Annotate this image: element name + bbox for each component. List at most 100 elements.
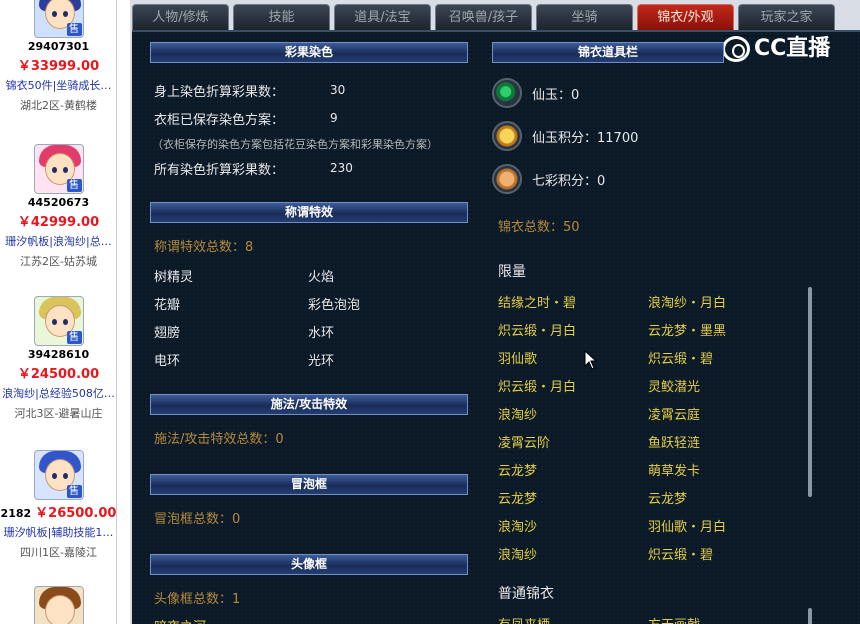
tab-items[interactable]: 道具/法宝 [334, 4, 431, 30]
sell-badge: 售 [66, 23, 82, 36]
dye-note: （衣柜保存的染色方案包括花豆染色方案和彩果染色方案） [152, 138, 438, 151]
limited-item[interactable]: 结缘之时・碧 [498, 292, 576, 311]
limited-label: 限量 [498, 264, 526, 280]
title-effect-item: 水环 [308, 326, 335, 341]
dye-row-value: 30 [330, 83, 346, 97]
limited-item[interactable]: 凌霄云庭 [648, 404, 700, 423]
cc-logo-icon [722, 36, 750, 62]
avatar-frames-count: 头像框总数：1 [154, 592, 241, 607]
character-avatar[interactable]: 售 [33, 0, 84, 38]
listing-server: 江苏2区-姑苏城 [20, 255, 97, 268]
limited-item[interactable]: 灵鲛潜光 [648, 376, 700, 395]
tab-appearance[interactable]: 锦衣/外观 [637, 4, 734, 30]
listing-price: ￥26500.00 [35, 506, 117, 521]
title-effect-item: 树精灵 [154, 270, 194, 285]
tab-summons[interactable]: 召唤兽/孩子 [435, 4, 532, 30]
rainbow-points: 七彩积分：0 [532, 174, 606, 189]
limited-item[interactable]: 云龙梦・墨黑 [648, 320, 726, 339]
listing-id: 2182 [0, 507, 32, 520]
limited-item[interactable]: 炽云缎・碧 [648, 348, 713, 367]
character-avatar[interactable]: 售 [33, 296, 84, 346]
character-avatar[interactable] [33, 586, 84, 624]
listing-server: 湖北2区-黄鹤楼 [20, 99, 97, 112]
character-avatar[interactable]: 售 [33, 450, 84, 500]
listing-desc[interactable]: 浪淘纱|总经验508亿… [0, 385, 116, 401]
listing-price: ￥42999.00 [17, 215, 100, 230]
tab-bar: 人物/修炼 技能 道具/法宝 召唤兽/孩子 坐骑 锦衣/外观 玩家之家 [130, 4, 860, 30]
cast-effects-count: 施法/攻击特效总数：0 [154, 432, 284, 447]
jade-icon [492, 78, 522, 108]
normal-label: 普通锦衣 [498, 586, 554, 602]
dye-row-label: 衣柜已保存染色方案： [154, 113, 285, 128]
avatar-frames-header: 头像框 [150, 554, 468, 575]
dye-total-label: 所有染色折算彩果数： [154, 163, 285, 178]
normal-item[interactable]: 方天画戟 [648, 614, 700, 624]
sell-badge: 售 [66, 485, 82, 498]
limited-item[interactable]: 云龙梦 [498, 488, 537, 507]
title-effect-item: 电环 [154, 354, 181, 369]
title-effect-item: 光环 [308, 354, 335, 369]
listing-server: 四川1区-嘉陵江 [20, 546, 97, 559]
role-detail-panel: 人物/修炼 技能 道具/法宝 召唤兽/孩子 坐骑 锦衣/外观 玩家之家 CC直播… [130, 0, 860, 624]
appearance-content: CC直播 彩果染色 身上染色折算彩果数： 30 衣柜已保存染色方案： 9 （衣柜… [132, 30, 860, 624]
limited-item[interactable]: 萌草发卡 [648, 460, 700, 479]
listing-card[interactable]: 售 29407301 ￥33999.00 锦衣50件|坐骑成长… 湖北2区-黄鹤… [0, 0, 116, 113]
listing-id: 44520673 [27, 196, 90, 209]
bubble-frames-count: 冒泡框总数：0 [154, 512, 241, 527]
listing-sidebar: 售 29407301 ￥33999.00 锦衣50件|坐骑成长… 湖北2区-黄鹤… [0, 0, 117, 624]
wardrobe-items-header: 锦衣道具栏 [492, 42, 724, 63]
title-effects-header: 称谓特效 [150, 202, 468, 223]
tab-character[interactable]: 人物/修炼 [132, 4, 229, 30]
cast-effects-header: 施法/攻击特效 [150, 394, 468, 415]
limited-item[interactable]: 鱼跃轻涟 [648, 432, 700, 451]
listing-desc[interactable]: 珊汐帆板|辅助技能1… [0, 524, 116, 540]
title-effects-count: 称谓特效总数：8 [154, 240, 254, 255]
wardrobe-total: 锦衣总数：50 [498, 220, 580, 235]
limited-item[interactable]: 炽云缎・碧 [648, 544, 713, 563]
dye-section-header: 彩果染色 [150, 42, 468, 63]
listing-id: 29407301 [27, 40, 90, 53]
limited-item[interactable]: 凌霄云阶 [498, 432, 550, 451]
listing-card[interactable]: 售 44520673 ￥42999.00 珊汐帆板|浪淘纱|总… 江苏2区-姑苏… [0, 144, 116, 269]
jade-points: 仙玉积分：11700 [532, 131, 639, 146]
limited-scrollbar[interactable] [808, 287, 812, 497]
limited-item[interactable]: 羽仙歌・月白 [648, 516, 726, 535]
title-effect-item: 彩色泡泡 [308, 298, 361, 313]
mouse-cursor-icon [584, 350, 598, 370]
jade-balance: 仙玉：0 [532, 88, 580, 103]
dye-total-value: 230 [330, 161, 353, 175]
tab-home[interactable]: 玩家之家 [738, 4, 835, 30]
rainbow-points-icon [492, 164, 522, 194]
dye-row-value: 9 [330, 111, 338, 125]
listing-desc[interactable]: 锦衣50件|坐骑成长… [0, 77, 116, 93]
limited-item[interactable]: 云龙梦 [498, 460, 537, 479]
limited-item[interactable]: 羽仙歌 [498, 348, 537, 367]
listing-card[interactable]: 售 39428610 ￥24500.00 浪淘纱|总经验508亿… 河北3区-避… [0, 296, 116, 421]
bubble-frames-header: 冒泡框 [150, 474, 468, 495]
tab-mounts[interactable]: 坐骑 [536, 4, 633, 30]
character-avatar[interactable]: 售 [33, 144, 84, 194]
listing-price: ￥33999.00 [17, 59, 100, 74]
limited-item[interactable]: 炽云缎・月白 [498, 320, 576, 339]
listing-server: 河北3区-避暑山庄 [14, 407, 103, 420]
listing-desc[interactable]: 珊汐帆板|浪淘纱|总… [0, 233, 116, 249]
limited-item[interactable]: 浪淘沙 [498, 516, 537, 535]
tab-skills[interactable]: 技能 [233, 4, 330, 30]
limited-item[interactable]: 浪淘纱 [498, 544, 537, 563]
limited-item[interactable]: 云龙梦 [648, 488, 687, 507]
limited-item[interactable]: 浪淘纱 [498, 404, 537, 423]
listing-card[interactable]: 售 2182 ￥26500.00 珊汐帆板|辅助技能1… 四川1区-嘉陵江 [0, 450, 117, 560]
normal-item[interactable]: 有凤来栖 [498, 614, 550, 624]
limited-item[interactable]: 浪淘纱・月白 [648, 292, 726, 311]
dye-row-label: 身上染色折算彩果数： [154, 85, 285, 100]
sell-badge: 售 [66, 179, 82, 192]
title-effect-item: 翅膀 [154, 326, 181, 341]
avatar-frame-item: 暗夜之河 [154, 616, 206, 624]
listing-card[interactable] [0, 586, 116, 624]
title-effect-item: 花瓣 [154, 298, 181, 313]
listing-price: ￥24500.00 [17, 367, 100, 382]
title-effect-item: 火焰 [308, 270, 335, 285]
normal-scrollbar[interactable] [808, 608, 812, 624]
limited-item[interactable]: 炽云缎・月白 [498, 376, 576, 395]
listing-id: 39428610 [27, 348, 90, 361]
